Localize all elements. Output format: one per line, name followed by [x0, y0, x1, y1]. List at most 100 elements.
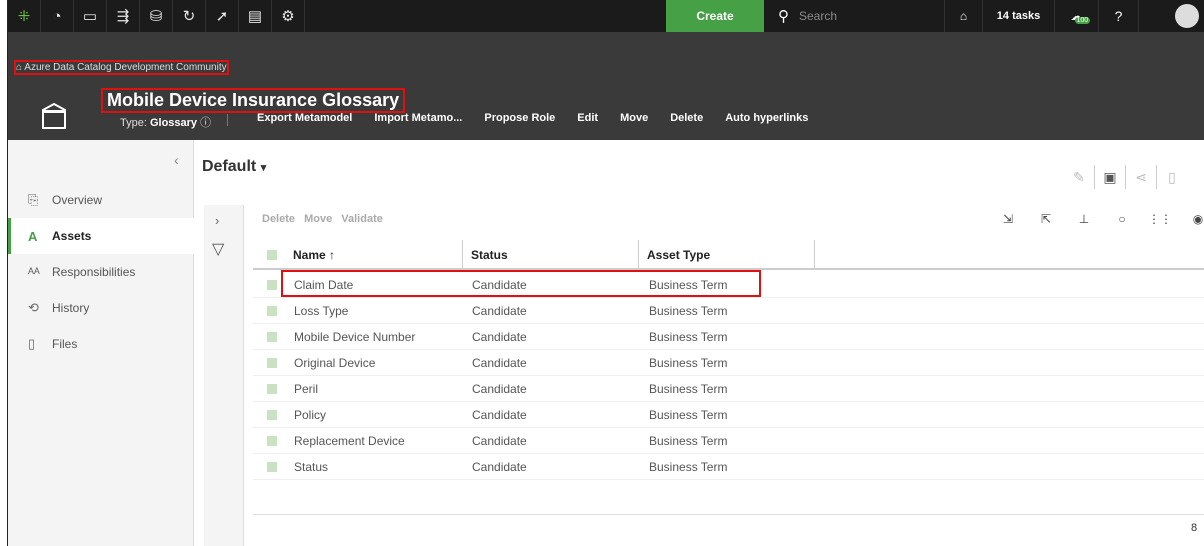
move-button[interactable]: Move: [620, 112, 648, 124]
notifications-icon[interactable]: ☁ 100: [1054, 0, 1098, 32]
row-checkbox[interactable]: [267, 410, 277, 420]
sidebar-item-overview[interactable]: ⎘ Overview: [8, 182, 194, 218]
delete-button[interactable]: Delete: [670, 112, 703, 124]
divider: [1094, 165, 1095, 189]
cell-type: Business Term: [649, 304, 728, 318]
sort-asc-icon: ↑: [329, 248, 336, 262]
logo-icon[interactable]: ⁜: [8, 0, 41, 32]
save-icon[interactable]: ▣: [1097, 169, 1123, 186]
row-checkbox[interactable]: [267, 384, 277, 394]
edit-button[interactable]: Edit: [577, 112, 598, 124]
top-navigation: ⁜ ◔ ▭ ⇶ ⛁ ↻ ➚ ▤ ⚙ Create ⚲ Search ⌂ 14 t…: [8, 0, 1204, 32]
import-metamodel-button[interactable]: Import Metamo...: [374, 112, 462, 124]
auto-hyperlinks-button[interactable]: Auto hyperlinks: [725, 112, 808, 124]
create-button[interactable]: Create: [666, 0, 764, 32]
tasks-button[interactable]: 14 tasks: [982, 0, 1054, 32]
cell-status: Candidate: [472, 434, 527, 448]
divider: [1156, 165, 1157, 189]
report-icon[interactable]: ▤: [239, 0, 272, 32]
import-icon[interactable]: ⇲: [989, 212, 1027, 226]
diagram-icon[interactable]: ⇶: [107, 0, 140, 32]
sidebar-item-history[interactable]: ⟲ History: [8, 290, 194, 326]
view-icon[interactable]: ◉: [1179, 212, 1204, 226]
pencil-icon[interactable]: ✎: [1066, 169, 1092, 186]
cell-name[interactable]: Mobile Device Number: [294, 324, 415, 350]
action-bar: Export Metamodel Import Metamo... Propos…: [257, 112, 830, 124]
page-title: Mobile Device Insurance Glossary: [100, 88, 406, 113]
column-header-asset-type[interactable]: Asset Type: [639, 240, 815, 270]
breadcrumb-community[interactable]: Azure Data Catalog Development Community: [24, 62, 226, 73]
table-row[interactable]: Status Candidate Business Term: [253, 454, 1204, 480]
export-metamodel-button[interactable]: Export Metamodel: [257, 112, 352, 124]
trash-icon[interactable]: ▯: [1159, 169, 1185, 186]
table-row[interactable]: Mobile Device Number Candidate Business …: [253, 324, 1204, 350]
cell-status: Candidate: [472, 408, 527, 422]
sidebar-item-responsibilities[interactable]: ᴬᴬ Responsibilities: [8, 254, 194, 290]
columns-icon[interactable]: ⋮⋮: [1141, 212, 1179, 226]
sidebar-item-files[interactable]: ▯ Files: [8, 326, 194, 362]
search-input[interactable]: ⚲ Search: [764, 0, 944, 32]
row-checkbox[interactable]: [267, 280, 277, 290]
basket-icon[interactable]: ⌂: [944, 0, 982, 32]
expand-filter-icon[interactable]: ›: [215, 213, 219, 228]
cell-name[interactable]: Loss Type: [294, 298, 348, 324]
collapse-sidebar-icon[interactable]: ‹: [174, 152, 179, 168]
export-icon[interactable]: ⇱: [1027, 212, 1065, 226]
settings-icon[interactable]: ⚙: [272, 0, 305, 32]
notifications-badge: 100: [1074, 17, 1091, 24]
search-icon: ⚲: [778, 8, 789, 25]
dashboard-icon[interactable]: ◔: [41, 0, 74, 32]
cell-type: Business Term: [649, 356, 728, 370]
avatar[interactable]: [1138, 0, 1204, 32]
rocket-icon[interactable]: ➚: [206, 0, 239, 32]
row-checkbox[interactable]: [267, 358, 277, 368]
cell-name[interactable]: Replacement Device: [294, 428, 405, 454]
bulk-delete-button[interactable]: Delete: [262, 213, 295, 225]
row-checkbox[interactable]: [267, 306, 277, 316]
cell-status: Candidate: [472, 460, 527, 474]
row-checkbox[interactable]: [267, 462, 277, 472]
column-header-name[interactable]: Name ↑: [285, 240, 463, 270]
chevron-down-icon: ▾: [260, 162, 267, 174]
sync-icon[interactable]: ↻: [173, 0, 206, 32]
cell-name[interactable]: Original Device: [294, 350, 375, 376]
hierarchy-icon[interactable]: ⊥: [1065, 212, 1103, 226]
browse-icon[interactable]: ▭: [74, 0, 107, 32]
grid-toolbar: ⇲ ⇱ ⊥ ○ ⋮⋮ ◉: [989, 212, 1204, 226]
database-icon[interactable]: ⛁: [140, 0, 173, 32]
view-selector[interactable]: Default ▾: [202, 158, 266, 176]
divider: [227, 114, 228, 126]
cell-name[interactable]: Status: [294, 454, 328, 480]
highlight-box: [281, 270, 761, 297]
breadcrumb[interactable]: ⌂ Azure Data Catalog Development Communi…: [14, 60, 229, 75]
search-placeholder: Search: [799, 9, 838, 23]
refresh-icon[interactable]: ○: [1103, 212, 1141, 226]
sidebar-item-assets[interactable]: A Assets: [8, 218, 194, 254]
row-checkbox[interactable]: [267, 436, 277, 446]
table-header: Name ↑ Status Asset Type: [253, 240, 1204, 270]
table-row[interactable]: Replacement Device Candidate Business Te…: [253, 428, 1204, 454]
table-footer-divider: [253, 514, 1204, 515]
filter-icon[interactable]: ▽: [212, 239, 224, 259]
table-row[interactable]: Original Device Candidate Business Term: [253, 350, 1204, 376]
table-row[interactable]: Loss Type Candidate Business Term: [253, 298, 1204, 324]
file-icon: ▯: [28, 336, 36, 351]
cell-name[interactable]: Policy: [294, 402, 326, 428]
column-header-status[interactable]: Status: [463, 240, 639, 270]
bulk-move-button[interactable]: Move: [304, 213, 332, 225]
overview-icon: ⎘: [28, 192, 39, 207]
propose-role-button[interactable]: Propose Role: [484, 112, 555, 124]
info-icon[interactable]: ⓘ: [200, 117, 211, 129]
sidebar: ‹ ⎘ Overview A Assets ᴬᴬ Responsibilitie…: [8, 140, 194, 546]
row-checkbox[interactable]: [267, 332, 277, 342]
table-row[interactable]: Policy Candidate Business Term: [253, 402, 1204, 428]
cell-type: Business Term: [649, 330, 728, 344]
help-icon[interactable]: ?: [1098, 0, 1138, 32]
responsibilities-icon: ᴬᴬ: [28, 264, 40, 280]
bulk-validate-button[interactable]: Validate: [341, 213, 383, 225]
share-icon[interactable]: ⋖: [1128, 169, 1154, 186]
select-all-checkbox[interactable]: [267, 250, 277, 260]
table-row[interactable]: Peril Candidate Business Term: [253, 376, 1204, 402]
cell-type: Business Term: [649, 382, 728, 396]
cell-name[interactable]: Peril: [294, 376, 318, 402]
